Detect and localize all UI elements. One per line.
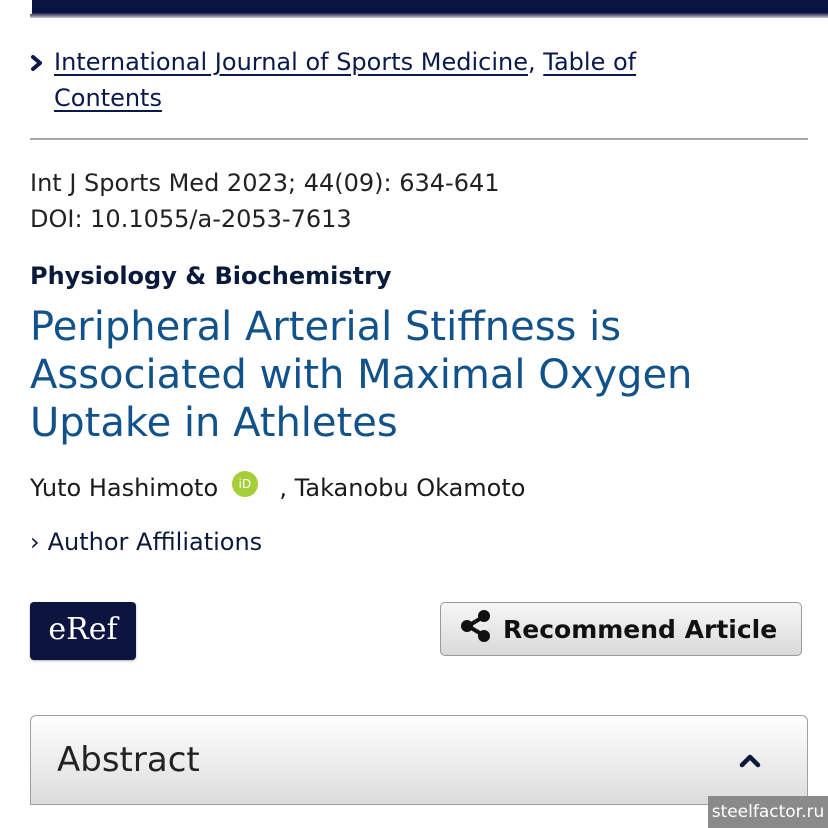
author-affiliations-toggle[interactable]: › Author Affiliations	[30, 528, 262, 556]
watermark: steelfactor.ru	[708, 796, 828, 828]
article-title: Peripheral Arterial Stiffness is Associa…	[30, 304, 693, 446]
abstract-panel-header[interactable]: Abstract	[30, 715, 808, 805]
author-link[interactable]: Yuto Hashimoto	[30, 474, 218, 502]
breadcrumb: International Journal of Sports Medicine…	[30, 44, 730, 116]
orcid-icon[interactable]: iD	[231, 471, 258, 497]
table-of-contents-link[interactable]: Table of	[543, 48, 636, 76]
share-icon	[459, 610, 503, 648]
chevron-right-icon	[30, 46, 44, 82]
chevron-up-icon[interactable]	[739, 752, 761, 772]
eref-button[interactable]: eRef	[30, 602, 136, 660]
recommend-article-label: Recommend Article	[503, 614, 778, 644]
recommend-article-button[interactable]: Recommend Article	[440, 602, 802, 656]
citation-reference: Int J Sports Med 2023; 44(09): 634-641	[30, 169, 500, 197]
abstract-heading: Abstract	[57, 740, 200, 780]
author-affiliations-label: Author Affiliations	[47, 528, 263, 556]
author-link-2[interactable]: , Takanobu Okamoto	[279, 474, 525, 502]
breadcrumb-separator: ,	[527, 48, 536, 76]
citation: Int J Sports Med 2023; 44(09): 634-641 D…	[30, 165, 500, 237]
divider	[30, 138, 808, 140]
section-heading: Physiology & Biochemistry	[30, 262, 392, 290]
doi[interactable]: DOI: 10.1055/a-2053-7613	[30, 201, 500, 237]
journal-link[interactable]: International Journal of Sports Medicine	[54, 48, 528, 76]
top-header-bar	[30, 0, 828, 18]
author-list: Yuto Hashimoto iD , Takanobu Okamoto	[30, 470, 525, 506]
table-of-contents-link-cont[interactable]: Contents	[30, 80, 730, 116]
chevron-right-icon: ›	[30, 528, 40, 556]
